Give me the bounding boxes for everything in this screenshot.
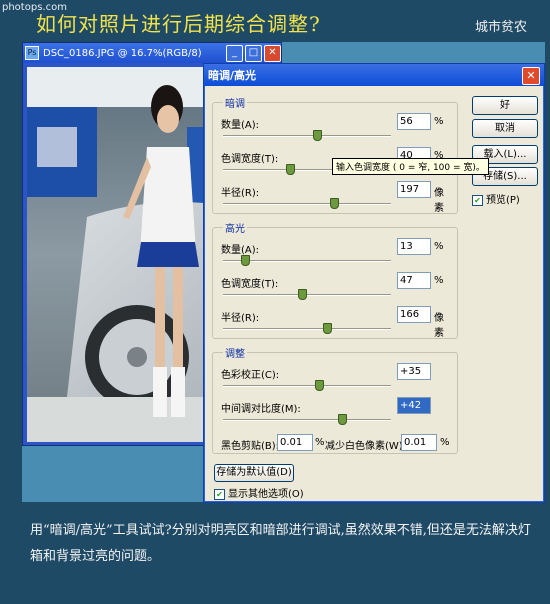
black-clip-input[interactable]: 0.01 <box>277 434 313 451</box>
highlights-tonal-slider[interactable] <box>223 289 391 300</box>
midtone-contrast-slider[interactable] <box>223 414 391 425</box>
minimize-button[interactable]: _ <box>226 44 243 62</box>
highlights-amount-row: 数量(A): 13 % <box>221 238 451 256</box>
close-button[interactable]: ✕ <box>264 44 281 62</box>
cancel-button[interactable]: 取消 <box>472 119 538 138</box>
slider-thumb[interactable] <box>323 323 333 334</box>
highlights-radius-slider[interactable] <box>223 323 391 334</box>
ok-button[interactable]: 好 <box>472 96 538 115</box>
highlights-tonal-row: 色调宽度(T): 47 % <box>221 272 451 290</box>
highlights-amount-unit: % <box>434 241 444 252</box>
white-clip-label: 减少白色像素(W): <box>325 441 407 452</box>
shadows-amount-slider[interactable] <box>223 130 391 141</box>
shadows-radius-row: 半径(R): 197 像素 <box>221 181 451 214</box>
black-clip-label: 黑色剪贴(B): <box>221 441 280 452</box>
slider-thumb[interactable] <box>286 164 296 175</box>
adjustments-group-label: 调整 <box>223 345 247 360</box>
highlights-group: 高光 数量(A): 13 % 色调宽度(T): 47 % 半径(R): 166 … <box>212 220 458 339</box>
white-clip-input[interactable]: 0.01 <box>401 434 437 451</box>
slider-thumb[interactable] <box>338 414 348 425</box>
slider-thumb[interactable] <box>314 380 324 391</box>
dialog-title: 暗调/高光 <box>208 69 257 82</box>
highlights-radius-input[interactable]: 166 <box>397 306 431 323</box>
color-correction-row: 色彩校正(C): +35 <box>221 363 451 381</box>
shadows-group-label: 暗调 <box>223 95 247 110</box>
black-clip-unit: % <box>315 437 325 448</box>
midtone-contrast-input[interactable]: +42 <box>397 397 431 414</box>
checkmark-icon: ✔ <box>472 194 483 206</box>
highlights-radius-row: 半径(R): 166 像素 <box>221 306 451 339</box>
color-correction-label: 色彩校正(C): <box>221 370 280 381</box>
slider-thumb[interactable] <box>240 255 250 266</box>
highlights-tonal-input[interactable]: 47 <box>397 272 431 289</box>
highlights-amount-slider[interactable] <box>223 255 391 266</box>
author-name: 城市贫农 <box>475 20 528 35</box>
shadows-amount-row: 数量(A): 56 % <box>221 113 451 131</box>
shadow-highlight-dialog[interactable]: 暗调/高光 ✕ 暗调 数量(A): 56 % 色调宽度(T): 40 % 半径(… <box>203 63 545 503</box>
shadows-amount-label: 数量(A): <box>221 120 260 131</box>
shadows-tonal-label: 色调宽度(T): <box>221 154 279 165</box>
slider-thumb[interactable] <box>297 289 307 300</box>
midtone-contrast-row: 中间调对比度(M): +42 <box>221 397 451 415</box>
highlights-group-label: 高光 <box>223 220 247 235</box>
dialog-titlebar[interactable]: 暗调/高光 ✕ <box>204 64 544 86</box>
image-window-title: DSC_0186.JPG @ 16.7%(RGB/8) <box>43 47 202 59</box>
shadows-radius-label: 半径(R): <box>221 188 260 199</box>
shadows-radius-slider[interactable] <box>223 198 391 209</box>
dialog-close-button[interactable]: ✕ <box>522 67 540 85</box>
checkmark-icon: ✔ <box>214 488 225 500</box>
shadows-radius-unit: 像素 <box>434 188 444 214</box>
page-title: 如何对照片进行后期综合调整? <box>36 12 321 36</box>
highlights-amount-label: 数量(A): <box>221 245 260 256</box>
preview-label: 预览(P) <box>486 195 520 206</box>
image-window-titlebar[interactable]: Ps DSC_0186.JPG @ 16.7%(RGB/8) _ □ ✕ <box>23 43 281 63</box>
midtone-contrast-label: 中间调对比度(M): <box>221 404 301 415</box>
maximize-button[interactable]: □ <box>245 44 262 62</box>
highlights-tonal-unit: % <box>434 275 444 286</box>
shadows-amount-unit: % <box>434 116 444 127</box>
tonal-width-tooltip: 输入色调宽度 ( 0 = 窄, 100 = 宽)。 <box>332 158 489 175</box>
white-clip-unit: % <box>440 437 450 448</box>
caption-text: 用“暗调/高光”工具试试?分别对明亮区和暗部进行调试,虽然效果不错,但还是无法解… <box>30 523 531 564</box>
shadows-amount-input[interactable]: 56 <box>397 113 431 130</box>
color-correction-input[interactable]: +35 <box>397 363 431 380</box>
show-more-options-label: 显示其他选项(O) <box>228 489 304 500</box>
highlights-radius-unit: 像素 <box>434 313 444 339</box>
slider-thumb[interactable] <box>329 198 339 209</box>
color-correction-slider[interactable] <box>223 380 391 391</box>
highlights-amount-input[interactable]: 13 <box>397 238 431 255</box>
photoshop-icon: Ps <box>25 46 39 60</box>
preview-checkbox[interactable]: ✔ 预览(P) <box>472 191 520 206</box>
adjustments-group: 调整 色彩校正(C): +35 中间调对比度(M): +42 黑色剪贴(B): … <box>212 345 458 454</box>
shadows-radius-input[interactable]: 197 <box>397 181 431 198</box>
save-as-default-button[interactable]: 存储为默认值(D) <box>214 464 294 482</box>
slider-thumb[interactable] <box>313 130 323 141</box>
show-more-options-checkbox[interactable]: ✔ 显示其他选项(O) <box>214 485 304 500</box>
highlights-radius-label: 半径(R): <box>221 313 260 324</box>
highlights-tonal-label: 色调宽度(T): <box>221 279 279 290</box>
